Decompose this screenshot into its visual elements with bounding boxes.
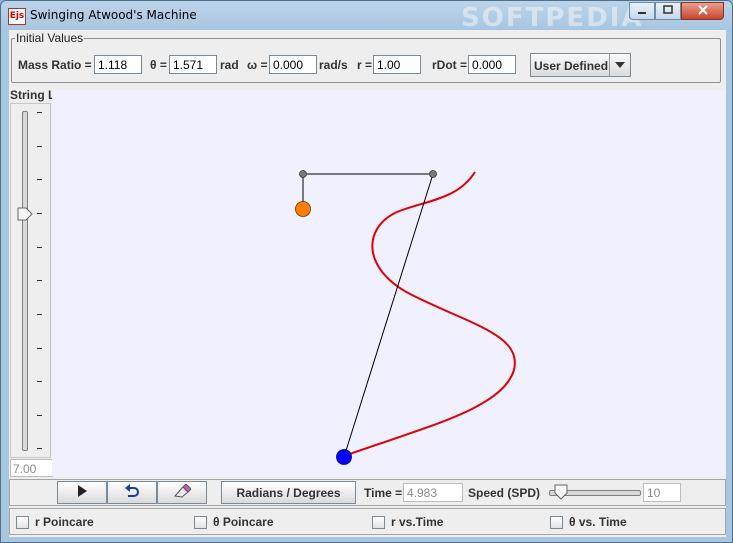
- checkbox-label: r Poincare: [35, 515, 94, 529]
- simulation-drawing: [295, 170, 516, 465]
- theta-label: θ =: [150, 58, 167, 72]
- speed-label: Speed (SPD): [468, 486, 541, 500]
- checkbox-label: θ vs. Time: [569, 515, 627, 529]
- reset-button[interactable]: [107, 481, 157, 504]
- small-mass: [295, 201, 311, 217]
- slider-ticks: [37, 112, 45, 452]
- initial-values-panel: Initial Values Mass Ratio = 1.118 θ = 1.…: [11, 31, 721, 83]
- checkbox-box[interactable]: [194, 515, 207, 529]
- speed-value: 10: [643, 483, 681, 502]
- slider-track: [22, 111, 28, 451]
- rdot-label: rDot =: [432, 58, 468, 72]
- mass-ratio-field[interactable]: 1.118: [94, 55, 142, 74]
- app-window: Ejs Swinging Atwood's Machine SOFTPEDIA: [0, 0, 733, 543]
- close-icon: [697, 4, 708, 18]
- group-title: Initial Values: [15, 31, 85, 45]
- eraser-icon: [173, 483, 192, 501]
- slider-thumb[interactable]: [17, 207, 33, 224]
- checkbox-label: θ Poincare: [213, 515, 274, 529]
- time-value: 4.983: [403, 483, 463, 502]
- theta-field[interactable]: 1.571: [169, 55, 217, 74]
- r-field[interactable]: 1.00: [373, 55, 421, 74]
- trajectory-trail: [343, 171, 516, 457]
- minimize-icon: [637, 5, 647, 18]
- string-length-value: 7.00: [10, 459, 53, 477]
- chevron-down-icon: [609, 54, 630, 76]
- omega-unit: rad/s: [319, 58, 348, 72]
- string-length-label: String L: [10, 88, 56, 102]
- omega-field[interactable]: 0.000: [269, 55, 317, 74]
- large-mass: [336, 449, 352, 465]
- pulley-right: [429, 170, 437, 178]
- maximize-button[interactable]: [655, 2, 681, 20]
- app-icon: Ejs: [8, 8, 26, 25]
- checkbox-box[interactable]: [550, 515, 563, 529]
- pulley-left: [299, 170, 307, 178]
- r-vs-time-checkbox[interactable]: r vs.Time: [372, 515, 443, 529]
- checkbox-box[interactable]: [16, 515, 29, 529]
- window-title: Swinging Atwood's Machine: [30, 8, 197, 22]
- omega-label: ω =: [247, 58, 268, 72]
- watermark: SOFTPEDIA: [461, 3, 644, 33]
- speed-slider[interactable]: [544, 483, 641, 501]
- clear-button[interactable]: [157, 481, 207, 504]
- undo-icon: [124, 484, 140, 501]
- theta-poincare-checkbox[interactable]: θ Poincare: [194, 515, 274, 529]
- minimize-button[interactable]: [629, 2, 655, 20]
- simulation-canvas[interactable]: [52, 90, 726, 476]
- preset-selected: User Defined: [534, 59, 609, 73]
- preset-dropdown[interactable]: User Defined: [530, 53, 631, 77]
- window-controls: [629, 2, 724, 21]
- close-button[interactable]: [681, 2, 724, 20]
- control-bar: Radians / Degrees Time = 4.983 Speed (SP…: [9, 479, 726, 506]
- rdot-field[interactable]: 0.000: [468, 55, 516, 74]
- speed-slider-thumb[interactable]: [554, 484, 568, 503]
- client-area: Initial Values Mass Ratio = 1.118 θ = 1.…: [9, 30, 726, 537]
- theta-unit: rad: [220, 58, 239, 72]
- maximize-icon: [663, 4, 673, 18]
- play-icon: [76, 484, 88, 501]
- r-poincare-checkbox[interactable]: r Poincare: [16, 515, 94, 529]
- mass-ratio-label: Mass Ratio =: [18, 58, 92, 72]
- radians-degrees-button[interactable]: Radians / Degrees: [221, 481, 356, 504]
- checkbox-label: r vs.Time: [391, 515, 444, 529]
- play-button[interactable]: [57, 481, 107, 504]
- title-bar[interactable]: Ejs Swinging Atwood's Machine SOFTPEDIA: [1, 1, 732, 33]
- time-label: Time =: [364, 486, 403, 500]
- string-length-slider[interactable]: [10, 103, 51, 458]
- plot-options-bar: r Poincare θ Poincare r vs.Time θ vs. Ti…: [9, 508, 726, 535]
- theta-vs-time-checkbox[interactable]: θ vs. Time: [550, 515, 627, 529]
- checkbox-box[interactable]: [372, 515, 385, 529]
- r-label: r =: [357, 58, 373, 72]
